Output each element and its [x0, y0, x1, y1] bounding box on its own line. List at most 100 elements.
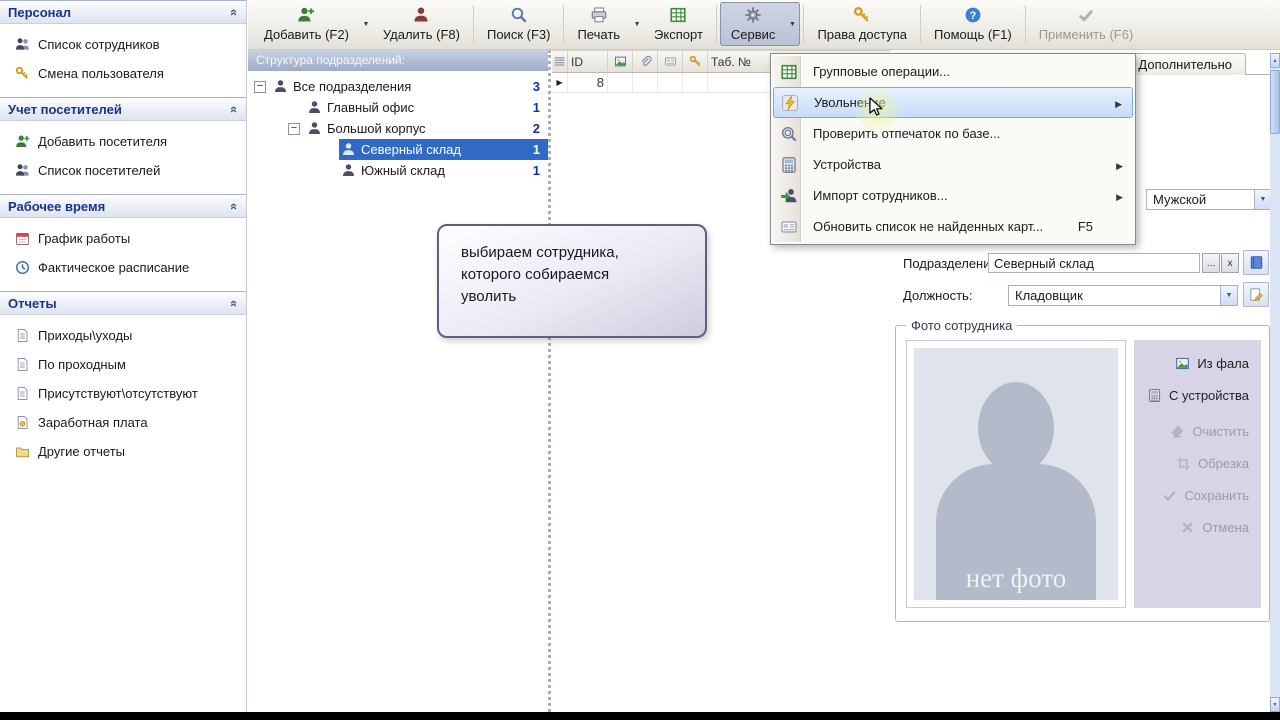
- tree-node-band[interactable]: Южный склад 1: [339, 160, 548, 181]
- lightning-icon: [781, 94, 799, 112]
- grid-cell: [608, 73, 633, 92]
- sidebar-item-salary[interactable]: Заработная плата: [0, 408, 246, 437]
- sidebar-section-reports-items: Приходы\уходы По проходным Присутствуют\…: [0, 315, 246, 475]
- toolbar-button-label: Сервис: [730, 27, 776, 42]
- toolbar-export-button[interactable]: Экспорт: [644, 2, 713, 46]
- sidebar-item-arrivals-departures[interactable]: Приходы\уходы: [0, 321, 246, 350]
- sidebar-item-add-visitor[interactable]: Добавить посетителя: [0, 127, 246, 156]
- department-field[interactable]: Северный склад: [988, 253, 1200, 273]
- menu-item-dismissal[interactable]: Увольнение ▶: [773, 87, 1133, 118]
- tree-node-south-warehouse[interactable]: Южный склад 1: [248, 160, 548, 181]
- sidebar-item-actual-timetable[interactable]: Фактическое расписание: [0, 253, 246, 282]
- department-structure-button[interactable]: [1243, 250, 1269, 275]
- card-icon: [780, 218, 798, 236]
- annotation-callout: выбираем сотрудника, которого собираемся…: [437, 224, 707, 338]
- tree-node-all-departments[interactable]: − Все подразделения 3: [248, 76, 548, 97]
- toolbar-access-rights-button[interactable]: Права доступа: [807, 2, 917, 46]
- collapse-chevron-icon[interactable]: «: [227, 105, 242, 112]
- submenu-arrow-icon: ▶: [1116, 157, 1127, 172]
- sidebar-section-visitors-header[interactable]: Учет посетителей «: [0, 97, 246, 121]
- grid-column-photo[interactable]: [608, 51, 633, 72]
- sidebar-item-change-user[interactable]: Смена пользователя: [0, 59, 246, 88]
- arrow-down-icon: ▼: [1272, 701, 1278, 708]
- sidebar-item-by-checkpoints[interactable]: По проходным: [0, 350, 246, 379]
- toolbar-print-button[interactable]: Печать: [567, 2, 630, 46]
- gender-dropdown-button[interactable]: ▼: [1254, 190, 1271, 209]
- silhouette-head: [978, 382, 1054, 474]
- grid-column-attachment[interactable]: [633, 51, 658, 72]
- expander-icon[interactable]: −: [254, 80, 266, 93]
- arrow-up-icon: ▲: [1272, 57, 1278, 64]
- service-dropdown-arrow[interactable]: ▼: [785, 3, 799, 45]
- collapse-chevron-icon[interactable]: «: [227, 8, 242, 15]
- expander-icon[interactable]: −: [288, 122, 300, 135]
- menu-item-refresh-cards[interactable]: Обновить список не найденных карт... F5: [773, 211, 1133, 242]
- sidebar-section-personnel-header[interactable]: Персонал «: [0, 0, 246, 24]
- menu-item-devices[interactable]: Устройства ▶: [773, 149, 1133, 180]
- position-dropdown-button[interactable]: ▼: [1220, 286, 1237, 305]
- toolbar-service-button[interactable]: Сервис: [721, 3, 786, 45]
- tab-additional[interactable]: Дополнительно: [1124, 53, 1246, 75]
- eraser-icon: [1170, 424, 1185, 439]
- position-edit-button[interactable]: [1243, 282, 1269, 307]
- scroll-up-button[interactable]: ▲: [1270, 53, 1280, 68]
- tree-node-band[interactable]: Главный офис 1: [305, 97, 548, 118]
- toolbar-delete-button[interactable]: Удалить (F8): [373, 2, 470, 46]
- grid-cell: [683, 73, 708, 92]
- scroll-down-button[interactable]: ▼: [1270, 697, 1280, 712]
- tree-node-big-building[interactable]: − Большой корпус 2: [248, 118, 548, 139]
- toolbar: Добавить (F2) ▼ Удалить (F8) Поиск (F3) …: [248, 0, 1280, 50]
- toolbar-separator: [563, 5, 565, 43]
- sidebar-section-worktime-header[interactable]: Рабочее время «: [0, 194, 246, 218]
- tree-node-label: Большой корпус: [327, 121, 426, 136]
- sidebar-item-work-schedule[interactable]: График работы: [0, 224, 246, 253]
- toolbar-search-button[interactable]: Поиск (F3): [477, 2, 560, 46]
- grid-column-id[interactable]: ID: [568, 51, 608, 72]
- menu-item-label: Устройства: [813, 157, 882, 172]
- chevron-down-icon: ▼: [1225, 292, 1233, 299]
- menu-item-group-operations[interactable]: Групповые операции...: [773, 56, 1133, 87]
- photo-from-file-button[interactable]: Из фала: [1134, 350, 1261, 376]
- collapse-chevron-icon[interactable]: «: [227, 299, 242, 306]
- calendar-icon: [15, 231, 30, 246]
- print-dropdown-arrow[interactable]: ▼: [630, 2, 644, 46]
- sidebar-item-employee-list[interactable]: Список сотрудников: [0, 30, 246, 59]
- picture-icon: [1175, 356, 1190, 371]
- menu-item-import-employees[interactable]: Импорт сотрудников... ▶: [773, 180, 1133, 211]
- menu-item-label: Импорт сотрудников...: [813, 188, 948, 203]
- toolbar-button-label: Применить (F6): [1038, 27, 1134, 42]
- grid-column-key[interactable]: [683, 51, 708, 72]
- department-browse-button[interactable]: ...: [1202, 253, 1220, 273]
- menu-item-check-fingerprint[interactable]: Проверить отпечаток по базе...: [773, 118, 1133, 149]
- toolbar-separator: [472, 5, 474, 43]
- tree-node-north-warehouse[interactable]: Северный склад 1: [248, 139, 548, 160]
- tree-node-band-selected[interactable]: Северный склад 1: [339, 139, 548, 160]
- toolbar-help-button[interactable]: Помощь (F1): [924, 2, 1022, 46]
- tree-node-band[interactable]: Все подразделения 3: [271, 76, 548, 97]
- sidebar-item-other-reports[interactable]: Другие отчеты: [0, 437, 246, 466]
- vertical-scrollbar[interactable]: ▲ ▼: [1270, 53, 1280, 712]
- tree-grid-splitter[interactable]: [548, 50, 551, 712]
- position-combobox[interactable]: Кладовщик ▼: [1008, 285, 1238, 306]
- scrollbar-thumb[interactable]: [1270, 70, 1280, 134]
- pencil-document-icon: [1249, 287, 1264, 302]
- sidebar-item-visitor-list[interactable]: Список посетителей: [0, 156, 246, 185]
- photo-from-device-button[interactable]: С устройства: [1134, 382, 1261, 408]
- paperclip-icon: [639, 55, 652, 68]
- photo-group-title: Фото сотрудника: [906, 318, 1018, 333]
- collapse-chevron-icon[interactable]: «: [227, 202, 242, 209]
- grid-column-card[interactable]: [658, 51, 683, 72]
- tree-node-band[interactable]: Большой корпус 2: [305, 118, 548, 139]
- gender-combobox[interactable]: Мужской ▼: [1146, 189, 1272, 210]
- sidebar-section-reports-header[interactable]: Отчеты «: [0, 291, 246, 315]
- tree-node-main-office[interactable]: Главный офис 1: [248, 97, 548, 118]
- department-clear-button[interactable]: x: [1221, 253, 1239, 273]
- add-dropdown-arrow[interactable]: ▼: [359, 2, 373, 46]
- toolbar-button-label: Печать: [577, 27, 621, 42]
- submenu-arrow-icon: ▶: [1115, 95, 1126, 110]
- photo-save-button: Сохранить: [1134, 482, 1261, 508]
- toolbar-add-button[interactable]: Добавить (F2): [254, 2, 359, 46]
- node-count-badge: 1: [532, 100, 540, 115]
- sidebar-item-present-absent[interactable]: Присутствуют\отсутствуют: [0, 379, 246, 408]
- key-icon: [853, 6, 871, 24]
